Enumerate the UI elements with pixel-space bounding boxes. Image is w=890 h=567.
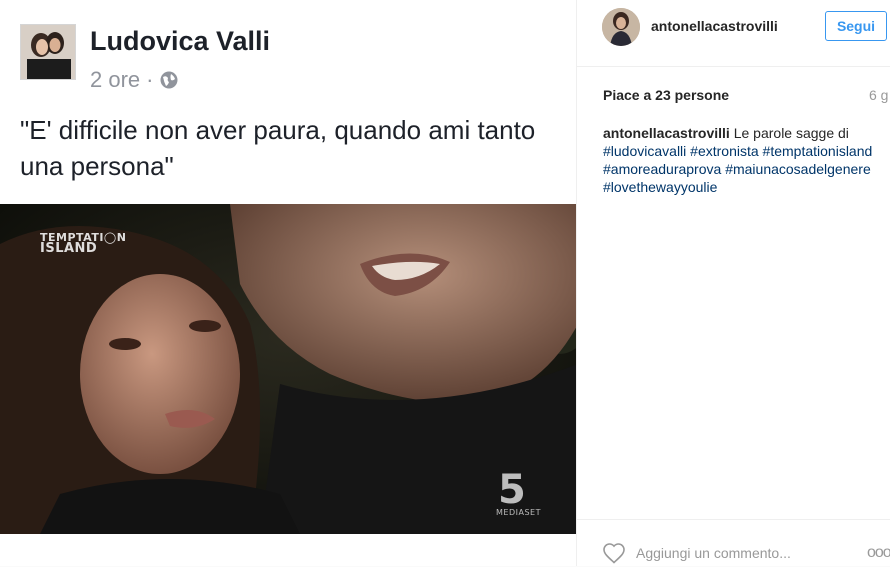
facebook-post-quote: "E' difficile non aver paura, quando ami… [20, 115, 536, 181]
heart-icon[interactable] [602, 542, 626, 564]
hashtag-link[interactable]: #temptationisland [763, 143, 873, 159]
facebook-author-name: Ludovica Valli [90, 26, 271, 56]
post-header: antonellacastrovilli Segui [577, 0, 890, 67]
facebook-avatar [20, 24, 76, 80]
mediaset-label: MEDIASET [496, 508, 541, 517]
image-bottom-margin [0, 534, 576, 566]
post-image: Ludovica Valli 2 ore · "E' difficile non… [0, 0, 577, 566]
facebook-post-meta: 2 ore · [90, 67, 179, 93]
caption-text: Le parole sagge di [733, 125, 849, 141]
more-options-icon[interactable]: ooo [867, 544, 890, 562]
comment-bar: ooo [577, 519, 890, 567]
facebook-post-screenshot: Ludovica Valli 2 ore · "E' difficile non… [0, 0, 576, 204]
hashtag-link[interactable]: #lovethewayyoulie [603, 179, 717, 195]
likes-count[interactable]: Piace a 23 persone [603, 87, 729, 103]
avatar[interactable] [602, 8, 640, 46]
hashtag-link[interactable]: #ludovicavalli [603, 143, 686, 159]
post-timestamp[interactable]: 6 g [869, 87, 888, 103]
temptation-island-logo: TEMPTATI◯N ISLAND [40, 232, 126, 256]
globe-icon [160, 71, 178, 89]
post-sidebar: antonellacastrovilli Segui Piace a 23 pe… [577, 0, 890, 566]
hashtag-link[interactable]: #amoreaduraprova [603, 161, 721, 177]
meta-separator: · [146, 67, 154, 92]
tv-logo-line2: ISLAND [40, 241, 98, 256]
hashtag-link[interactable]: #extronista [690, 143, 758, 159]
facebook-post-time: 2 ore [90, 67, 141, 92]
caption-username[interactable]: antonellacastrovilli [603, 125, 730, 141]
post-caption: antonellacastrovilli Le parole sagge di … [603, 124, 890, 196]
comment-input[interactable] [636, 542, 832, 564]
canale5-logo: 5 [498, 467, 526, 513]
hashtag-link[interactable]: #maiunacosadelgenere [725, 161, 871, 177]
post-author-username[interactable]: antonellacastrovilli [651, 18, 778, 34]
follow-button[interactable]: Segui [825, 11, 887, 41]
